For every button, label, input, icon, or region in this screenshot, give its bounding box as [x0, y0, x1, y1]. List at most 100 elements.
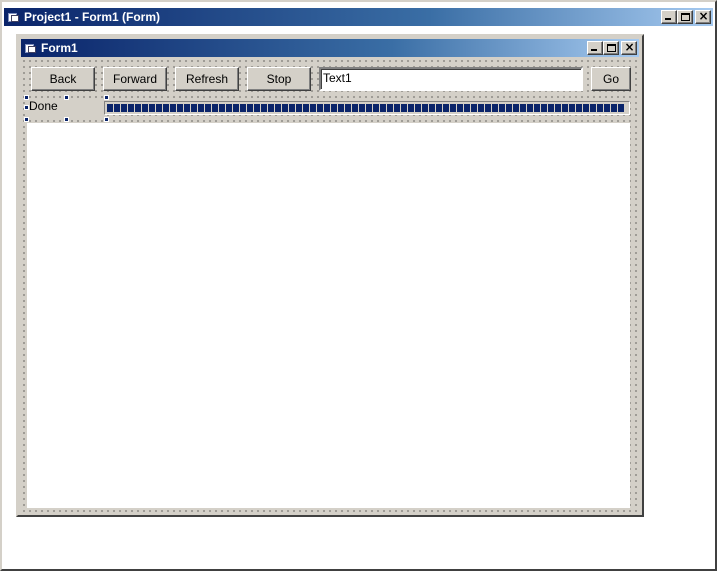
- resize-handle[interactable]: [104, 117, 109, 122]
- resize-handle[interactable]: [64, 117, 69, 122]
- progress-segment: [324, 104, 330, 112]
- progress-segment: [548, 104, 554, 112]
- progress-segment: [128, 104, 134, 112]
- maximize-icon: [681, 13, 690, 21]
- close-button[interactable]: ×: [695, 10, 711, 24]
- resize-handle[interactable]: [24, 117, 29, 122]
- progress-segment: [436, 104, 442, 112]
- progress-segment: [408, 104, 414, 112]
- progress-segment: [597, 104, 603, 112]
- address-input[interactable]: Text1: [319, 67, 583, 91]
- form-designer-icon: [8, 12, 20, 23]
- form-icon: [25, 43, 37, 54]
- progress-segment: [156, 104, 162, 112]
- progress-segment: [443, 104, 449, 112]
- progress-segment: [422, 104, 428, 112]
- progress-segment: [205, 104, 211, 112]
- resize-handle[interactable]: [104, 95, 109, 100]
- close-icon: ×: [624, 40, 635, 54]
- progress-segment: [590, 104, 596, 112]
- progress-segment: [485, 104, 491, 112]
- progress-segment: [254, 104, 260, 112]
- refresh-button[interactable]: Refresh: [175, 67, 239, 91]
- progress-segment: [618, 104, 624, 112]
- form-close-button[interactable]: ×: [621, 41, 637, 55]
- close-icon: ×: [698, 9, 709, 23]
- progress-segment: [282, 104, 288, 112]
- progress-segment: [219, 104, 225, 112]
- status-label[interactable]: Done: [27, 98, 105, 118]
- progress-segment: [429, 104, 435, 112]
- progress-segment: [394, 104, 400, 112]
- progress-segment: [450, 104, 456, 112]
- progress-segment: [226, 104, 232, 112]
- progress-segment: [464, 104, 470, 112]
- progress-segment: [331, 104, 337, 112]
- progress-segment: [310, 104, 316, 112]
- progress-segment: [555, 104, 561, 112]
- progress-segment: [387, 104, 393, 112]
- progress-segment: [513, 104, 519, 112]
- progress-segment: [163, 104, 169, 112]
- progress-segment: [478, 104, 484, 112]
- progress-segment: [240, 104, 246, 112]
- progress-segment: [233, 104, 239, 112]
- progress-segment: [317, 104, 323, 112]
- progress-segment: [212, 104, 218, 112]
- progress-segment: [457, 104, 463, 112]
- progress-segment: [611, 104, 617, 112]
- progress-segment: [569, 104, 575, 112]
- web-browser-area[interactable]: [27, 123, 630, 508]
- progress-segment: [373, 104, 379, 112]
- progress-segment: [562, 104, 568, 112]
- progress-segment: [583, 104, 589, 112]
- progress-segment: [289, 104, 295, 112]
- progress-segment: [268, 104, 274, 112]
- progress-segment: [471, 104, 477, 112]
- progress-segment: [492, 104, 498, 112]
- progress-segment: [352, 104, 358, 112]
- resize-handle[interactable]: [24, 95, 29, 100]
- progress-segment: [520, 104, 526, 112]
- progress-segment: [506, 104, 512, 112]
- designer-title: Project1 - Form1 (Form): [24, 10, 161, 24]
- form-maximize-button[interactable]: [603, 41, 619, 55]
- progress-bar[interactable]: [104, 101, 630, 115]
- forward-button[interactable]: Forward: [103, 67, 167, 91]
- progress-segment: [499, 104, 505, 112]
- progress-segment: [184, 104, 190, 112]
- progress-segment: [366, 104, 372, 112]
- form-client-area[interactable]: Back Forward Refresh Stop Text1 Go Done: [21, 58, 639, 512]
- back-button[interactable]: Back: [31, 67, 95, 91]
- form-minimize-button[interactable]: [587, 41, 603, 55]
- progress-segment: [401, 104, 407, 112]
- maximize-button[interactable]: [677, 10, 693, 24]
- stop-button[interactable]: Stop: [247, 67, 311, 91]
- progress-segment: [107, 104, 113, 112]
- resize-handle[interactable]: [64, 95, 69, 100]
- go-button[interactable]: Go: [591, 67, 631, 91]
- progress-segment: [191, 104, 197, 112]
- progress-segment: [415, 104, 421, 112]
- resize-handle[interactable]: [24, 105, 29, 110]
- form1-window[interactable]: Form1 × Back Forward Refresh Stop Text1 …: [16, 34, 644, 517]
- designer-titlebar[interactable]: Project1 - Form1 (Form) ×: [4, 8, 713, 26]
- minimize-button[interactable]: [661, 10, 677, 24]
- form-titlebar[interactable]: Form1 ×: [21, 39, 639, 57]
- progress-segment: [177, 104, 183, 112]
- progress-segment: [142, 104, 148, 112]
- designer-caption-buttons: ×: [661, 10, 711, 24]
- progress-segment: [576, 104, 582, 112]
- progress-segment: [114, 104, 120, 112]
- progress-segment: [359, 104, 365, 112]
- progress-segment: [275, 104, 281, 112]
- progress-segment: [303, 104, 309, 112]
- form-caption-buttons: ×: [587, 41, 637, 55]
- form-title: Form1: [41, 41, 78, 55]
- progress-segment: [121, 104, 127, 112]
- progress-segment: [247, 104, 253, 112]
- progress-segment: [604, 104, 610, 112]
- progress-segment: [170, 104, 176, 112]
- progress-segment: [135, 104, 141, 112]
- progress-segment: [534, 104, 540, 112]
